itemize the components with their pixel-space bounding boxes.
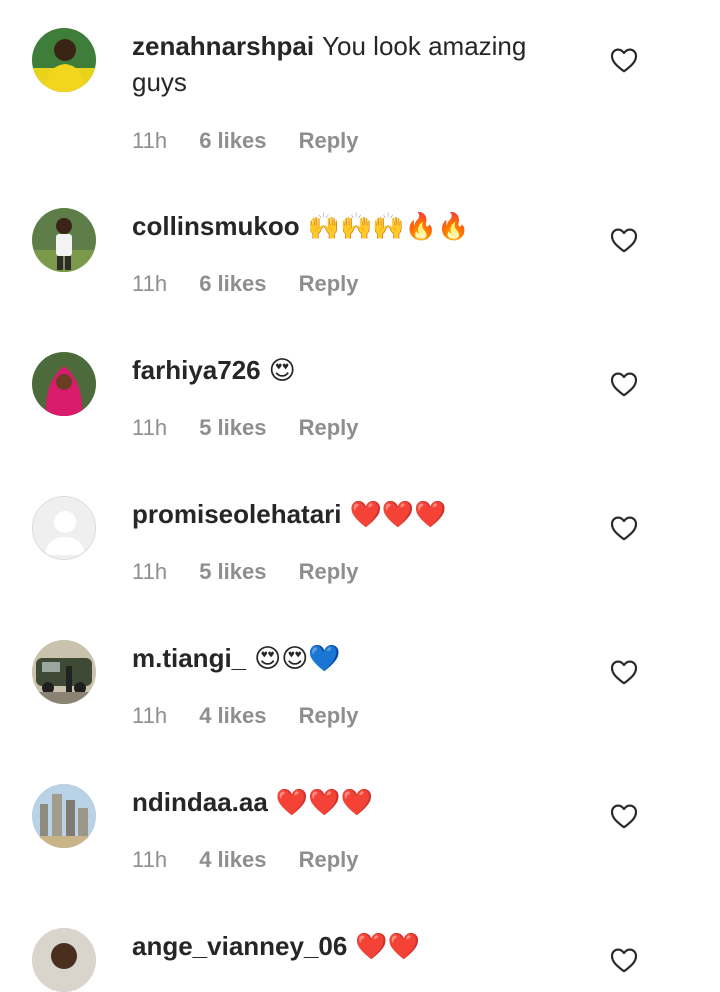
avatar[interactable] (32, 784, 96, 848)
avatar[interactable] (32, 352, 96, 416)
reply-button[interactable]: Reply (299, 559, 359, 584)
comments-list: zenahnarshpai You look amazing guys 11h 6… (0, 0, 720, 992)
comment-text: 😍😍💙 (254, 644, 341, 674)
comment-username[interactable]: ndindaa.aa (132, 787, 268, 817)
heart-outline-icon[interactable] (608, 224, 640, 256)
avatar[interactable] (32, 640, 96, 704)
reply-button[interactable]: Reply (299, 847, 359, 872)
avatar[interactable] (32, 208, 96, 272)
comment-text: 😍 (268, 356, 296, 386)
avatar[interactable] (32, 928, 96, 992)
heart-outline-icon[interactable] (608, 944, 640, 976)
avatar[interactable] (32, 496, 96, 560)
comment-username[interactable]: zenahnarshpai (132, 31, 314, 61)
heart-outline-icon[interactable] (608, 512, 640, 544)
comment-time: 11h (132, 703, 168, 728)
comment-time: 11h (132, 559, 168, 584)
comment-username[interactable]: collinsmukoo (132, 211, 300, 241)
reply-button[interactable]: Reply (299, 415, 359, 440)
comment-likes[interactable]: 5 likes (199, 415, 266, 440)
comment-username[interactable]: m.tiangi_ (132, 643, 246, 673)
comment-time: 11h (132, 128, 168, 153)
heart-outline-icon[interactable] (608, 44, 640, 76)
heart-outline-icon[interactable] (608, 368, 640, 400)
comment-likes[interactable]: 5 likes (199, 559, 266, 584)
comment-username[interactable]: promiseolehatari (132, 499, 342, 529)
comment-likes[interactable]: 6 likes (199, 271, 266, 296)
comment-likes[interactable]: 4 likes (199, 703, 266, 728)
comment-time: 11h (132, 415, 168, 440)
comment-text: ❤️❤️❤️ (275, 788, 373, 818)
heart-outline-icon[interactable] (608, 800, 640, 832)
heart-outline-icon[interactable] (608, 656, 640, 688)
comment-likes[interactable]: 6 likes (199, 128, 266, 153)
comment-time: 11h (132, 847, 168, 872)
reply-button[interactable]: Reply (299, 703, 359, 728)
comment-text: 🙌🙌🙌🔥🔥 (307, 212, 470, 242)
reply-button[interactable]: Reply (299, 271, 359, 296)
avatar[interactable] (32, 28, 96, 92)
comment-text: ❤️❤️❤️ (349, 500, 447, 530)
reply-button[interactable]: Reply (299, 128, 359, 153)
comment-time: 11h (132, 271, 168, 296)
comment-likes[interactable]: 4 likes (199, 847, 266, 872)
comment-username[interactable]: farhiya726 (132, 355, 261, 385)
comment-username[interactable]: ange_vianney_06 (132, 931, 347, 961)
